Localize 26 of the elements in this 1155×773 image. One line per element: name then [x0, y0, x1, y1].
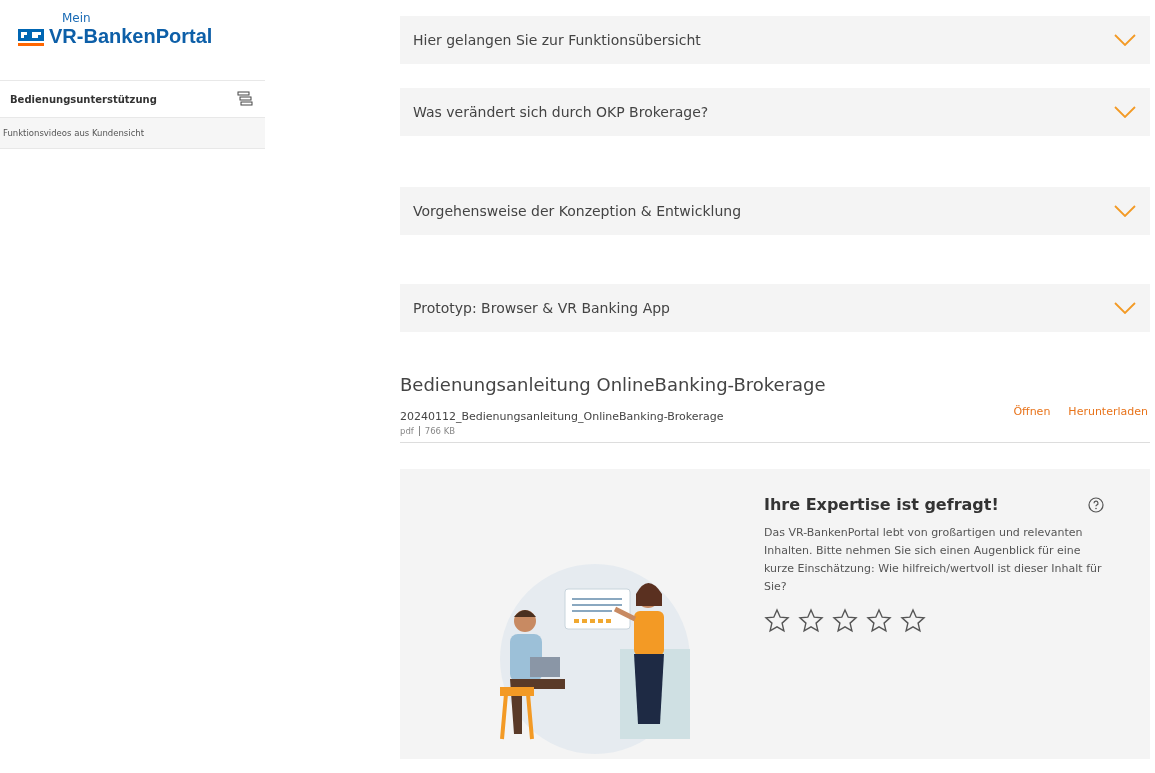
star-icon[interactable] — [764, 608, 790, 634]
feedback-text: Das VR-BankenPortal lebt von großartigen und relevanten Inhalten. Bitte nehmen Sie sich einen Augenblick für eine kurze Einschätzung: Wie hilfreich/wertvoll ist dieser Inhalt für Sie? — [764, 525, 1103, 595]
star-icon[interactable] — [798, 608, 824, 634]
logo-prefix: Mein — [62, 12, 91, 25]
list-icon[interactable] — [237, 91, 253, 107]
chevron-icon — [1114, 302, 1136, 314]
star-icon[interactable] — [832, 608, 858, 634]
help-icon[interactable] — [1088, 496, 1104, 513]
file-type: pdf — [400, 426, 420, 436]
file-name: 20240112_Bedienungsanleitung_OnlineBanking-Brokerage — [400, 410, 724, 423]
accordion-header[interactable]: Hier gelangen Sie zur Funktionsübersicht — [400, 16, 1150, 64]
logo-text: VR-BankenPortal — [49, 25, 213, 48]
chevron-icon — [1114, 34, 1136, 46]
accordion-header[interactable]: Prototyp: Browser & VR Banking App — [400, 284, 1150, 332]
sidebar-heading: Bedienungsunterstützung — [10, 93, 157, 105]
star-icon[interactable] — [866, 608, 892, 634]
file-size: 766 KB — [424, 426, 456, 436]
section-title: Bedienungsanleitung OnlineBanking-Brokerage — [400, 374, 827, 395]
star-icon[interactable] — [900, 608, 926, 634]
accordion-header[interactable]: Vorgehensweise der Konzeption & Entwicklung — [400, 187, 1150, 235]
accordion-header[interactable]: Was verändert sich durch OKP Brokerage? — [400, 88, 1150, 136]
sidebar-item[interactable]: Funktionsvideos aus Kundensicht — [3, 128, 145, 138]
chevron-icon — [1114, 106, 1136, 118]
bank-logo-icon — [18, 26, 44, 47]
chevron-icon — [1114, 205, 1136, 217]
feedback-title: Ihre Expertise ist gefragt! — [764, 495, 999, 514]
